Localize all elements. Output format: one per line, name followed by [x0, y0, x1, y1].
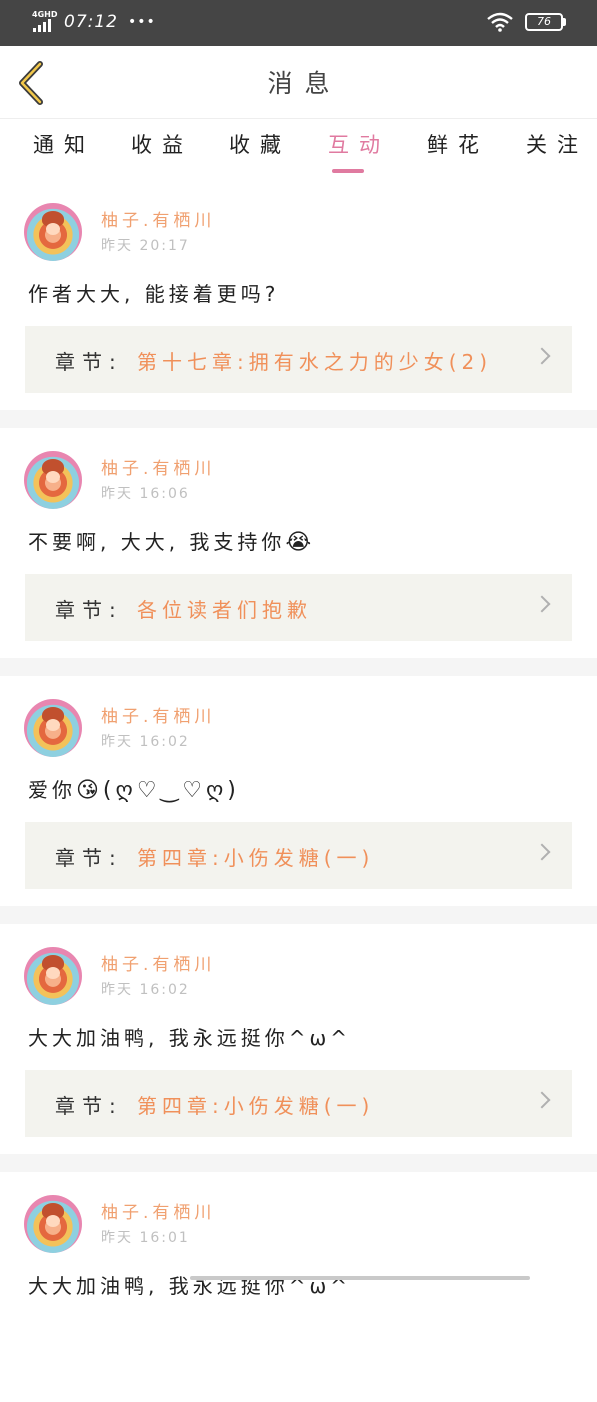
chapter-link[interactable]: 章节: 第四章:小伤发糖(一) — [25, 822, 572, 889]
tab-notifications[interactable]: 通知 — [19, 129, 99, 159]
username[interactable]: 柚子.有栖川 — [101, 950, 215, 975]
home-indicator[interactable] — [190, 1276, 530, 1280]
active-tab-indicator — [332, 169, 364, 173]
chapter-label: 章节: — [55, 598, 123, 622]
chapter-label: 章节: — [55, 846, 123, 870]
username[interactable]: 柚子.有栖川 — [101, 454, 215, 479]
tab-interactions[interactable]: 互动 — [314, 129, 394, 159]
chapter-title: 第四章:小伤发糖(一) — [137, 846, 375, 870]
comment-time: 昨天 16:01 — [101, 1230, 190, 1246]
comment-body: 作者大大, 能接着更吗? — [28, 282, 280, 306]
comment-text: 不要啊, 大大, 我支持你😭 — [28, 526, 315, 555]
battery-icon: 76 — [525, 13, 566, 31]
status-right: 76 — [487, 12, 566, 32]
chapter-title: 第十七章:拥有水之力的少女(2) — [137, 350, 493, 374]
comment-text: 作者大大, 能接着更吗? — [28, 278, 279, 307]
comment-text: 大大加油鸭, 我永远挺你^ω^ — [28, 1270, 351, 1299]
list-item: 柚子.有栖川 昨天 16:06 不要啊, 大大, 我支持你😭 章节: 各位读者们… — [0, 428, 597, 658]
list-item: 柚子.有栖川 昨天 20:17 作者大大, 能接着更吗? 章节: 第十七章:拥有… — [0, 180, 597, 410]
wifi-icon — [487, 12, 513, 32]
divider — [0, 410, 597, 428]
comment-body: 不要啊, 大大, 我支持你 — [28, 530, 286, 554]
chevron-right-icon — [533, 595, 551, 613]
tab-earnings[interactable]: 收益 — [117, 129, 197, 159]
list-item: 柚子.有栖川 昨天 16:02 大大加油鸭, 我永远挺你^ω^ 章节: 第四章:… — [0, 924, 597, 1154]
divider — [0, 906, 597, 924]
tab-flowers[interactable]: 鲜花 — [413, 129, 493, 159]
battery-level: 76 — [537, 15, 551, 28]
notification-dots: ••• — [128, 14, 156, 30]
avatar[interactable] — [24, 1195, 82, 1253]
avatar[interactable] — [24, 947, 82, 1005]
comment-time: 昨天 16:02 — [101, 982, 190, 998]
chapter-link[interactable]: 章节: 第十七章:拥有水之力的少女(2) — [25, 326, 572, 393]
tab-bar: 通知 收益 收藏 互动 鲜花 关注 — [0, 118, 597, 181]
comment-text: 大大加油鸭, 我永远挺你^ω^ — [28, 1022, 351, 1051]
tab-favorites[interactable]: 收藏 — [215, 129, 295, 159]
chapter-link[interactable]: 章节: 第四章:小伤发糖(一) — [25, 1070, 572, 1137]
divider — [0, 1154, 597, 1172]
chapter-label: 章节: — [55, 350, 123, 374]
username[interactable]: 柚子.有栖川 — [101, 1198, 215, 1223]
divider — [0, 658, 597, 676]
status-bar: 4GHD 07:12 ••• 76 — [0, 0, 597, 46]
username[interactable]: 柚子.有栖川 — [101, 206, 215, 231]
list-item: 柚子.有栖川 昨天 16:02 爱你😘(ღ♡‿♡ღ) 章节: 第四章:小伤发糖(… — [0, 676, 597, 906]
comment-body: 大大加油鸭, 我永远挺你^ω^ — [28, 1026, 351, 1050]
message-list: 柚子.有栖川 昨天 20:17 作者大大, 能接着更吗? 章节: 第十七章:拥有… — [0, 180, 597, 1402]
avatar[interactable] — [24, 451, 82, 509]
page-title: 消息 — [267, 69, 342, 98]
chapter-link[interactable]: 章节: 各位读者们抱歉 — [25, 574, 572, 641]
comment-body: 爱你 — [28, 778, 76, 802]
comment-emoji: 😘(ღ♡‿♡ღ) — [76, 778, 240, 803]
comment-time: 昨天 16:02 — [101, 734, 190, 750]
comment-text: 爱你😘(ღ♡‿♡ღ) — [28, 774, 240, 803]
avatar[interactable] — [24, 203, 82, 261]
status-left: 4GHD 07:12 ••• — [32, 10, 156, 34]
chapter-title: 各位读者们抱歉 — [137, 598, 312, 622]
comment-emoji: 😭 — [285, 530, 316, 555]
network-type-label: 4GHD — [32, 10, 58, 19]
chevron-right-icon — [533, 843, 551, 861]
username[interactable]: 柚子.有栖川 — [101, 702, 215, 727]
status-time: 07:12 — [64, 12, 118, 32]
list-item: 柚子.有栖川 昨天 16:01 大大加油鸭, 我永远挺你^ω^ — [0, 1172, 597, 1402]
chapter-title: 第四章:小伤发糖(一) — [137, 1094, 375, 1118]
comment-time: 昨天 16:06 — [101, 486, 190, 502]
comment-time: 昨天 20:17 — [101, 238, 190, 254]
cellular-signal-icon: 4GHD — [32, 10, 58, 34]
tab-following[interactable]: 关注 — [512, 129, 592, 159]
chevron-right-icon — [533, 1091, 551, 1109]
chevron-right-icon — [533, 347, 551, 365]
chapter-label: 章节: — [55, 1094, 123, 1118]
avatar[interactable] — [24, 699, 82, 757]
header-bar: 消息 — [0, 46, 597, 118]
